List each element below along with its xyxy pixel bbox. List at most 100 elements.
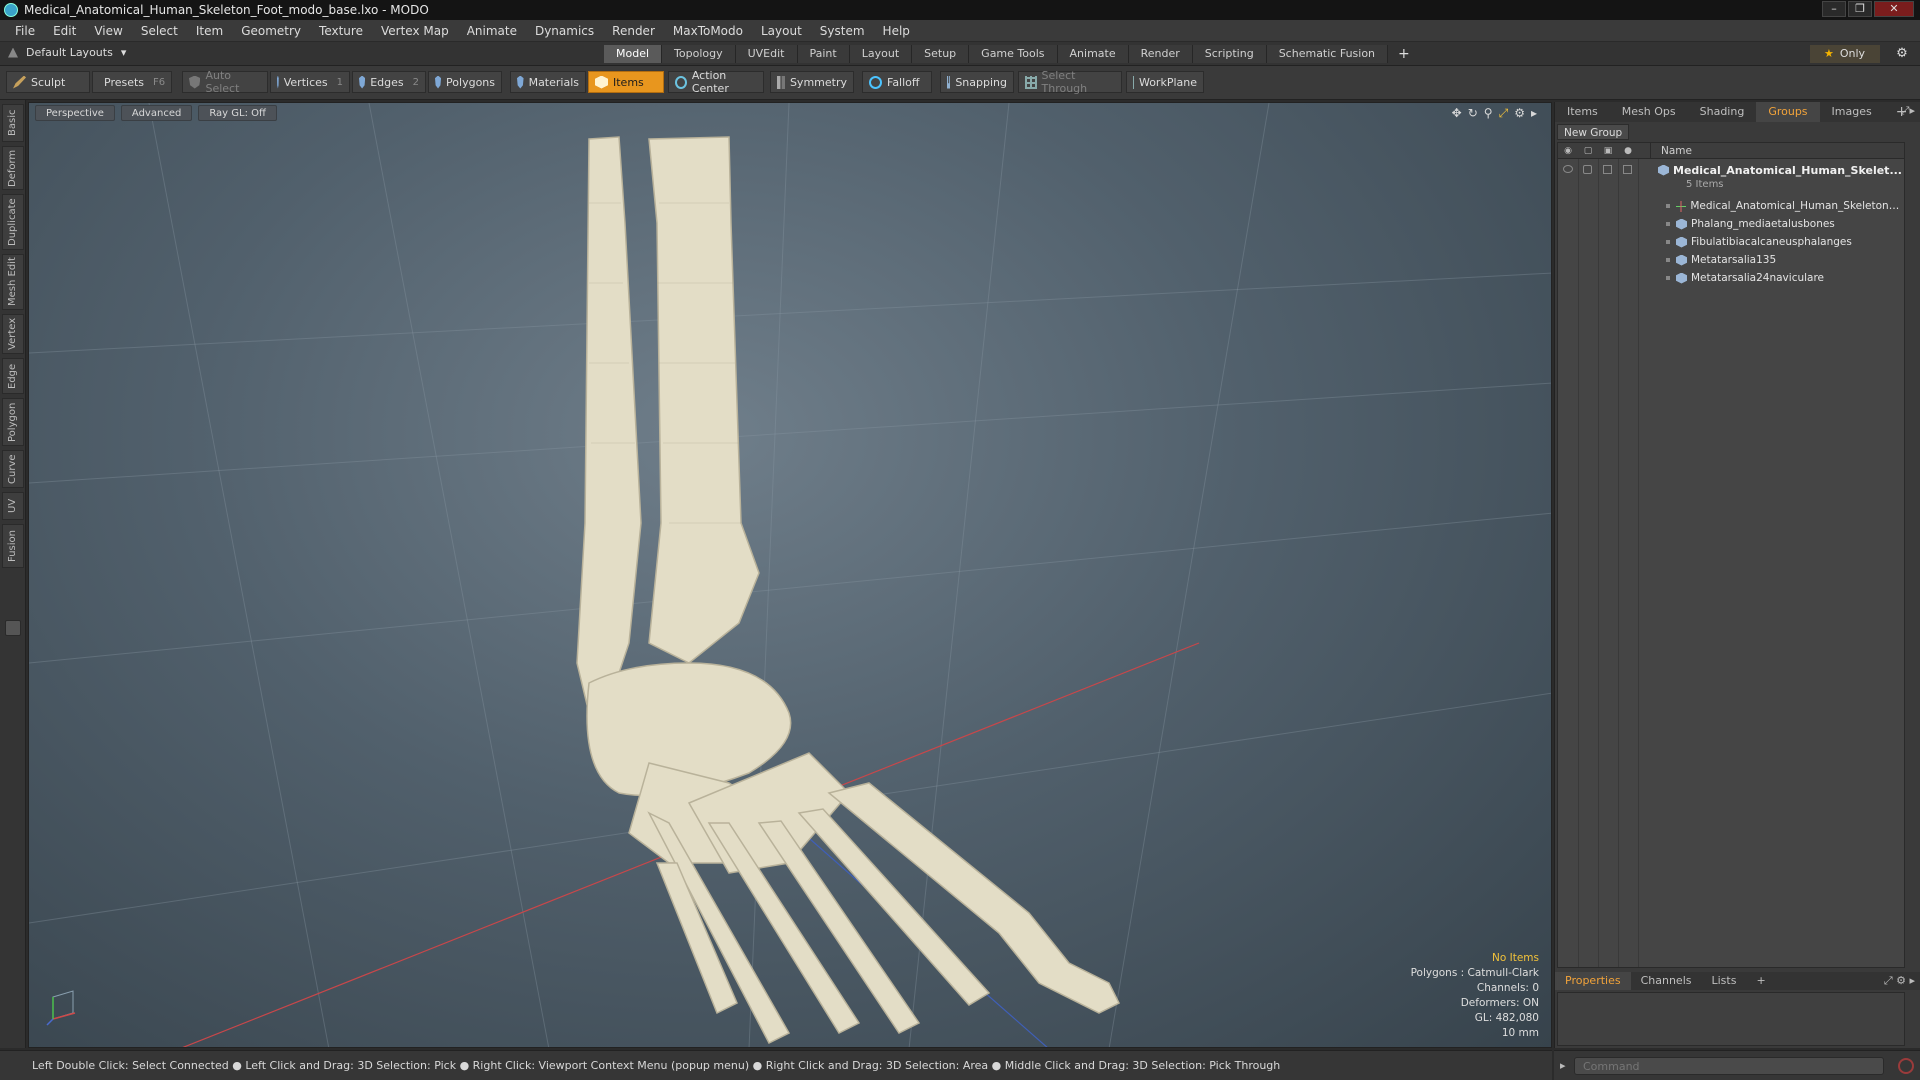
side-tab-uv[interactable]: UV xyxy=(2,492,24,520)
tab-game-tools[interactable]: Game Tools xyxy=(969,45,1058,63)
menu-file[interactable]: File xyxy=(6,24,44,38)
minimize-icon[interactable]: – xyxy=(1822,1,1846,17)
select-column-icon[interactable]: ▣ xyxy=(1598,144,1618,158)
polygons-button[interactable]: Polygons xyxy=(428,71,502,93)
tree-item[interactable]: Phalang_mediaetalusbones xyxy=(1558,215,1904,233)
visibility-column-icon[interactable]: ◉ xyxy=(1558,144,1578,158)
ray-gl-button[interactable]: Ray GL: Off xyxy=(198,105,277,121)
falloff-button[interactable]: Falloff xyxy=(862,71,932,93)
side-tab-fusion[interactable]: Fusion xyxy=(2,524,24,568)
snapping-button[interactable]: Snapping xyxy=(940,71,1014,93)
tab-render[interactable]: Render xyxy=(1128,45,1193,63)
sidebar-toggle-button[interactable] xyxy=(5,620,21,636)
tab-schematic-fusion[interactable]: Schematic Fusion xyxy=(1266,45,1389,63)
side-tab-vertex[interactable]: Vertex xyxy=(2,314,24,354)
tab-model[interactable]: Model xyxy=(604,45,663,63)
new-group-button[interactable]: New Group xyxy=(1557,124,1630,140)
expand-icon[interactable]: ⤢▸ xyxy=(1901,104,1915,118)
item-name: Medical_Anatomical_Human_Skeleton_F ... xyxy=(1690,200,1904,212)
items-button[interactable]: Items xyxy=(588,71,664,93)
pan-icon[interactable]: ✥ xyxy=(1452,106,1462,121)
side-tab-mesh-edit[interactable]: Mesh Edit xyxy=(2,254,24,310)
collapse-arrow-icon[interactable] xyxy=(8,47,18,58)
select-through-button[interactable]: Select Through xyxy=(1018,69,1122,95)
select-toggle[interactable] xyxy=(1603,165,1612,174)
tab-setup[interactable]: Setup xyxy=(912,45,970,63)
menu-help[interactable]: Help xyxy=(874,24,919,38)
tab-paint[interactable]: Paint xyxy=(797,45,850,63)
perspective-button[interactable]: Perspective xyxy=(35,105,115,121)
properties-options-icon[interactable]: ⤢ ⚙ ▸ xyxy=(1884,974,1915,988)
presets-button[interactable]: Presets F6 xyxy=(92,71,172,93)
menu-render[interactable]: Render xyxy=(603,24,664,38)
side-tab-polygon[interactable]: Polygon xyxy=(2,398,24,446)
sculpt-button[interactable]: Sculpt xyxy=(6,71,90,93)
add-tab-button[interactable]: + xyxy=(1388,45,1420,63)
side-tab-duplicate[interactable]: Duplicate xyxy=(2,194,24,250)
action-center-button[interactable]: Action Center xyxy=(668,69,764,95)
menu-system[interactable]: System xyxy=(811,24,874,38)
tree-item[interactable]: Metatarsalia135 xyxy=(1558,251,1904,269)
only-button[interactable]: ★ Only xyxy=(1810,45,1880,63)
name-column-header[interactable]: Name xyxy=(1650,142,1904,159)
tab-animate[interactable]: Animate xyxy=(1057,45,1129,63)
menu-dynamics[interactable]: Dynamics xyxy=(526,24,603,38)
tab-mesh-ops[interactable]: Mesh Ops xyxy=(1610,102,1688,122)
gear-icon[interactable]: ⚙ xyxy=(1892,45,1912,63)
tab-lists[interactable]: Lists xyxy=(1702,972,1747,990)
side-tab-curve[interactable]: Curve xyxy=(2,450,24,488)
window-controls: – ❐ ✕ xyxy=(1822,1,1914,17)
tab-groups[interactable]: Groups xyxy=(1756,102,1820,122)
zoom-icon[interactable]: ⚲ xyxy=(1484,106,1493,121)
tab-images[interactable]: Images xyxy=(1820,102,1884,122)
menu-layout[interactable]: Layout xyxy=(752,24,811,38)
edges-button[interactable]: Edges 2 xyxy=(352,71,426,93)
tab-items[interactable]: Items xyxy=(1555,102,1610,122)
tab-topology[interactable]: Topology xyxy=(662,45,736,63)
menu-maxtomodo[interactable]: MaxToModo xyxy=(664,24,752,38)
layout-selector[interactable]: Default Layouts ▾ xyxy=(8,46,126,59)
tree-item[interactable]: Metatarsalia24naviculare xyxy=(1558,269,1904,287)
tab-layout[interactable]: Layout xyxy=(849,45,913,63)
menu-select[interactable]: Select xyxy=(132,24,187,38)
menu-edit[interactable]: Edit xyxy=(44,24,85,38)
restore-icon[interactable]: ❐ xyxy=(1848,1,1872,17)
tab-channels[interactable]: Channels xyxy=(1631,972,1702,990)
symmetry-button[interactable]: Symmetry xyxy=(770,71,854,93)
viewport-settings-icon[interactable]: ⚙ xyxy=(1514,106,1525,121)
tab-uvedit[interactable]: UVEdit xyxy=(735,45,798,63)
command-input[interactable] xyxy=(1574,1057,1884,1075)
lock-icon[interactable] xyxy=(1583,165,1592,174)
tab-shading[interactable]: Shading xyxy=(1688,102,1757,122)
vertices-button[interactable]: Vertices 1 xyxy=(270,71,350,93)
lock-column-icon[interactable]: ▢ xyxy=(1578,144,1598,158)
add-properties-tab-button[interactable]: + xyxy=(1746,972,1775,990)
render-toggle[interactable] xyxy=(1623,165,1632,174)
workplane-button[interactable]: WorkPlane xyxy=(1126,71,1204,93)
tree-item[interactable]: Medical_Anatomical_Human_Skeleton_F ... xyxy=(1558,197,1904,215)
close-icon[interactable]: ✕ xyxy=(1874,1,1914,17)
render-column-icon[interactable]: ● xyxy=(1618,144,1638,158)
tab-properties[interactable]: Properties xyxy=(1555,972,1631,990)
tree-item[interactable]: Fibulatibiacalcaneusphalanges xyxy=(1558,233,1904,251)
3d-viewport[interactable]: Perspective Advanced Ray GL: Off ✥ ↻ ⚲ ⤢… xyxy=(28,102,1552,1048)
materials-button[interactable]: Materials xyxy=(510,71,586,93)
side-tab-basic[interactable]: Basic xyxy=(2,104,24,142)
menu-view[interactable]: View xyxy=(85,24,131,38)
menu-texture[interactable]: Texture xyxy=(310,24,372,38)
menu-geometry[interactable]: Geometry xyxy=(232,24,310,38)
side-tab-edge[interactable]: Edge xyxy=(2,358,24,394)
menu-vertex-map[interactable]: Vertex Map xyxy=(372,24,458,38)
group-row[interactable]: Medical_Anatomical_Human_Skelet... xyxy=(1558,161,1904,179)
menu-item[interactable]: Item xyxy=(187,24,232,38)
fit-icon[interactable]: ⤢ xyxy=(1499,106,1509,121)
rotate-icon[interactable]: ↻ xyxy=(1468,106,1478,121)
menu-animate[interactable]: Animate xyxy=(458,24,526,38)
side-tab-deform[interactable]: Deform xyxy=(2,146,24,190)
viewport-menu-icon[interactable]: ▸ xyxy=(1531,106,1537,121)
tab-scripting[interactable]: Scripting xyxy=(1192,45,1267,63)
auto-select-button[interactable]: Auto Select xyxy=(182,69,268,95)
record-macro-icon[interactable] xyxy=(1898,1058,1914,1074)
advanced-button[interactable]: Advanced xyxy=(120,105,193,121)
eye-icon[interactable] xyxy=(1563,165,1573,173)
